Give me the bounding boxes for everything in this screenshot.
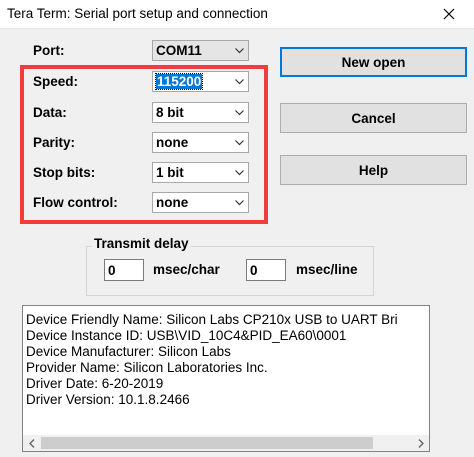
device-info-box[interactable]: Device Friendly Name: Silicon Labs CP210…	[22, 305, 430, 452]
provider-name: Provider Name: Silicon Laboratories Inc.	[26, 360, 268, 375]
horizontal-scrollbar[interactable]	[23, 435, 429, 451]
new-open-button[interactable]: New open	[280, 47, 467, 77]
device-manufacturer: Device Manufacturer: Silicon Labs	[26, 344, 231, 359]
msec-line-input[interactable]: 0	[246, 259, 286, 281]
close-icon	[443, 8, 455, 20]
chevron-down-icon	[231, 47, 248, 54]
driver-date: Driver Date: 6-20-2019	[26, 376, 164, 391]
scroll-left-button[interactable]	[23, 435, 40, 451]
transmit-delay-title: Transmit delay	[92, 236, 191, 251]
device-friendly-name: Device Friendly Name: Silicon Labs CP210…	[26, 312, 398, 327]
chevron-right-icon	[418, 438, 424, 448]
port-value: COM11	[156, 43, 202, 58]
title-bar: Tera Term: Serial port setup and connect…	[0, 0, 474, 29]
close-button[interactable]	[431, 2, 467, 26]
port-label: Port:	[33, 43, 65, 58]
scroll-right-button[interactable]	[412, 435, 429, 451]
msec-line-label: msec/line	[296, 262, 358, 277]
scrollbar-thumb[interactable]	[41, 437, 373, 449]
driver-version: Driver Version: 10.1.8.2466	[26, 392, 190, 407]
cancel-button[interactable]: Cancel	[280, 103, 467, 133]
window-title: Tera Term: Serial port setup and connect…	[7, 6, 268, 21]
msec-char-input[interactable]: 0	[104, 259, 144, 281]
device-instance-id: Device Instance ID: USB\VID_10C4&PID_EA6…	[26, 328, 347, 343]
port-select[interactable]: COM11	[152, 40, 249, 61]
device-info-text: Device Friendly Name: Silicon Labs CP210…	[26, 312, 398, 408]
help-button[interactable]: Help	[280, 155, 467, 185]
msec-char-label: msec/char	[153, 262, 220, 277]
chevron-left-icon	[28, 438, 34, 448]
highlight-annotation	[20, 65, 268, 224]
